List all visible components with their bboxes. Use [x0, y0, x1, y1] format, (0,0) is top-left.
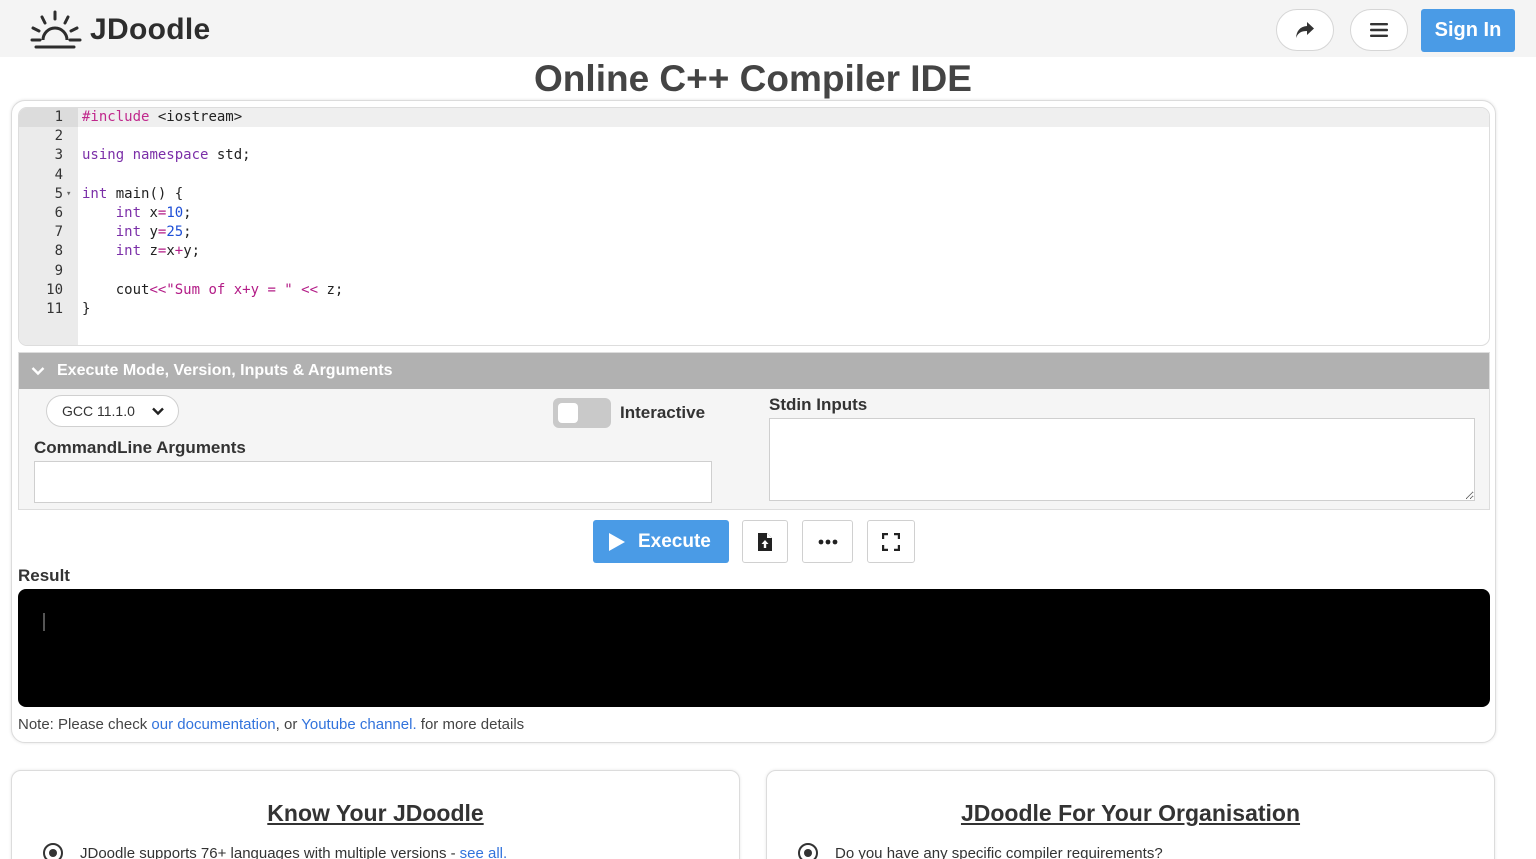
hamburger-icon — [1370, 23, 1388, 37]
ellipsis-icon — [818, 539, 837, 544]
menu-button[interactable] — [1350, 9, 1408, 51]
code-line: 9 — [19, 262, 1489, 281]
organisation-card: JDoodle For Your Organisation Do you hav… — [766, 770, 1495, 859]
chevron-down-icon — [152, 407, 164, 416]
code-area[interactable]: 1 #include <iostream> 2 3 using namespace … — [19, 108, 1489, 319]
execute-options-toggle[interactable]: Execute Mode, Version, Inputs & Argument… — [19, 353, 1489, 389]
note-suffix: for more details — [416, 716, 525, 733]
interactive-label: Interactive — [620, 403, 706, 422]
execute-label: Execute — [638, 530, 711, 552]
brand-name: JDoodle — [90, 13, 211, 46]
line-number: 1 — [19, 108, 78, 128]
page-title: Online C++ Compiler IDE — [534, 58, 972, 99]
fullscreen-icon — [882, 532, 900, 551]
line-number: 10 — [46, 281, 63, 298]
fullscreen-button[interactable] — [867, 520, 915, 563]
line-number: 6 — [54, 204, 63, 221]
note-prefix: Note: Please check — [18, 716, 152, 733]
code-line: 3 using namespace std; — [19, 146, 1489, 165]
version-value: GCC 11.1.0 — [62, 403, 135, 419]
stdin-label: Stdin Inputs — [769, 395, 868, 414]
sign-in-button[interactable]: Sign In — [1421, 9, 1515, 52]
stdin-input[interactable] — [769, 418, 1475, 501]
share-button[interactable] — [1276, 9, 1334, 51]
interactive-toggle[interactable] — [553, 398, 611, 428]
share-arrow-icon — [1296, 22, 1314, 38]
list-item-text: Do you have any specific compiler requir… — [835, 844, 1163, 859]
card-title: JDoodle For Your Organisation — [960, 800, 1301, 826]
documentation-link[interactable]: our documentation — [151, 716, 275, 733]
note-middle: , or — [275, 716, 302, 733]
see-all-link[interactable]: see all. — [460, 845, 508, 859]
code-line: 8 int z=x+y; — [19, 242, 1489, 261]
code-line: 1 #include <iostream> — [19, 108, 1489, 128]
code-line: 6 int x=10; — [19, 204, 1489, 223]
result-output[interactable] — [18, 589, 1490, 707]
execute-options-title: Execute Mode, Version, Inputs & Argument… — [57, 362, 393, 379]
youtube-link[interactable]: Youtube channel. — [301, 716, 416, 733]
bullet-icon — [43, 843, 63, 859]
list-item: Do you have any specific compiler requir… — [798, 843, 1163, 859]
code-line: 5 ▾ int main() { — [19, 185, 1489, 204]
help-note: Note: Please check our documentation, or… — [18, 716, 524, 733]
bullet-icon — [798, 843, 818, 859]
more-options-button[interactable] — [802, 520, 853, 563]
line-number: 4 — [54, 166, 63, 183]
upload-file-button[interactable] — [742, 520, 788, 563]
result-label: Result — [18, 566, 70, 585]
file-upload-icon — [758, 532, 772, 551]
version-select[interactable]: GCC 11.1.0 — [46, 395, 179, 427]
play-icon — [609, 532, 625, 551]
card-title: Know Your JDoodle — [267, 800, 484, 826]
line-number: 2 — [54, 128, 63, 145]
execute-button[interactable]: Execute — [593, 520, 729, 563]
code-editor[interactable]: 1 #include <iostream> 2 3 using namespace … — [18, 107, 1490, 346]
code-line: 11} — [19, 300, 1489, 319]
code-line: 10 cout<<"Sum of x+y = " << z; — [19, 281, 1489, 300]
toggle-knob — [558, 403, 578, 423]
sun-logo-icon — [30, 10, 82, 49]
line-number: 11 — [46, 300, 63, 317]
chevron-down-icon — [31, 367, 45, 376]
list-item-text: JDoodle supports 76+ languages with mult… — [80, 844, 456, 859]
text-cursor — [43, 613, 45, 631]
code-line: 2 — [19, 127, 1489, 146]
line-number: 9 — [54, 262, 63, 279]
list-item: JDoodle supports 76+ languages with mult… — [43, 843, 507, 859]
fold-arrow-icon[interactable]: ▾ — [66, 185, 71, 204]
know-jdoodle-card: Know Your JDoodle JDoodle supports 76+ l… — [11, 770, 740, 859]
brand-logo[interactable]: JDoodle — [30, 10, 210, 50]
cmd-args-label: CommandLine Arguments — [34, 438, 246, 457]
line-number: 3 — [54, 147, 63, 164]
top-header: JDoodle Sign In — [0, 0, 1536, 57]
cmd-args-input[interactable] — [34, 461, 712, 503]
line-number: 8 — [54, 243, 63, 260]
line-number: 7 — [54, 224, 63, 241]
code-line: 7 int y=25; — [19, 223, 1489, 242]
code-line: 4 — [19, 166, 1489, 185]
compiler-card: 1 #include <iostream> 2 3 using namespace … — [11, 100, 1496, 743]
execute-options-panel: Execute Mode, Version, Inputs & Argument… — [18, 352, 1490, 510]
